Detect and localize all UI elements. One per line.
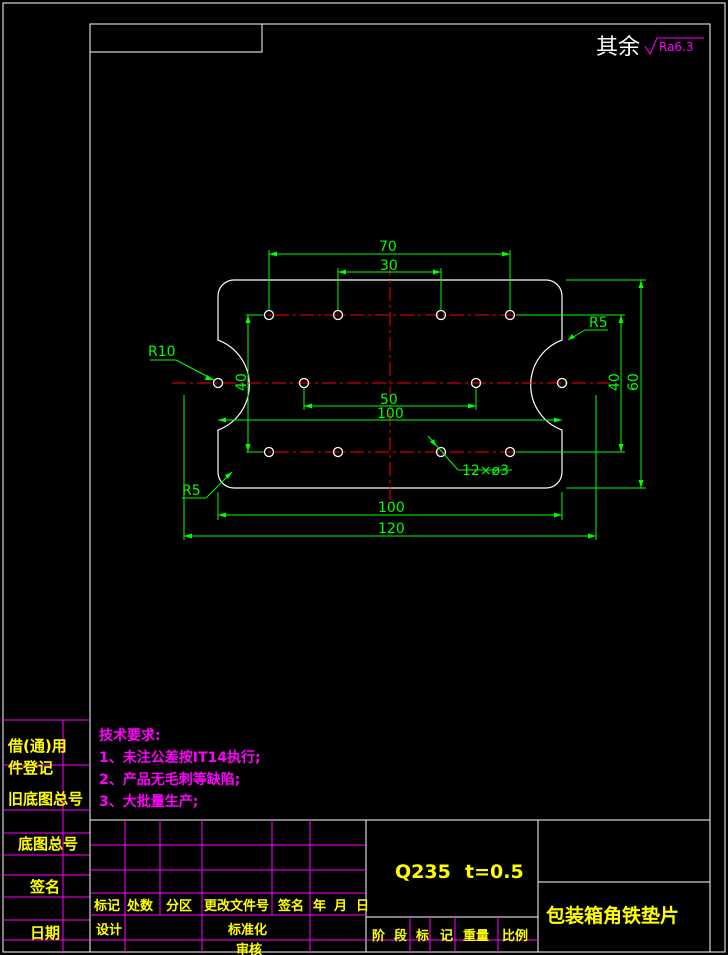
header-cell: 年: [313, 898, 326, 914]
header-cell: 处数: [126, 898, 154, 914]
side-label: 旧底图总号: [8, 790, 83, 808]
dim-label: 40: [234, 373, 250, 391]
stage-label: 记: [440, 929, 453, 944]
standardize-label: 标准化: [227, 922, 267, 938]
dim-label: 40: [607, 373, 623, 391]
weight-label: 重量: [463, 928, 489, 944]
side-labels: 借(通)用 件登记 旧底图总号 底图总号 签名 日期: [7, 737, 83, 942]
review-label: 审核: [236, 942, 262, 955]
header-cell: 分区: [166, 898, 192, 914]
header-cell: 标记: [93, 898, 120, 914]
design-label: 设计: [96, 922, 122, 938]
dim-label: 30: [380, 258, 398, 274]
part-name: 包装箱角铁垫片: [546, 904, 679, 927]
side-label: 底图总号: [18, 835, 78, 853]
header-cell: 月: [333, 899, 347, 914]
note-item: 2、产品无毛刺等缺陷;: [99, 772, 241, 788]
title-block-text: Q235 t=0.5 包装箱角铁垫片 标记 处数 分区 更改文件号 签名 年 月…: [93, 861, 679, 955]
radius-label: R5: [589, 315, 608, 331]
side-label: 签名: [29, 878, 60, 896]
stage-label: 阶: [372, 928, 386, 944]
stage-label: 段: [394, 928, 407, 944]
material-label: Q235: [395, 861, 451, 883]
note-item: 1、未注公差按IT14执行;: [99, 750, 261, 766]
radius-label: R10: [148, 344, 176, 360]
technical-requirements: 技术要求: 1、未注公差按IT14执行; 2、产品无毛刺等缺陷; 3、大批量生产…: [99, 725, 261, 813]
dimension-lines: [150, 250, 646, 540]
dimension-arrows: [184, 251, 644, 539]
note-item: 3、大批量生产;: [99, 794, 199, 810]
radius-label: R5: [182, 483, 201, 499]
dim-label: 70: [379, 239, 397, 255]
header-cell: 日: [356, 899, 369, 914]
side-label: 日期: [30, 924, 60, 942]
hole-callout: 12×ø3: [462, 463, 509, 479]
stage-label: 标: [415, 928, 429, 944]
side-label: 件登记: [8, 759, 53, 777]
roughness-note: 其余 Ra6.3: [596, 35, 704, 60]
scale-label: 比例: [502, 928, 528, 944]
notes-heading: 技术要求:: [99, 728, 161, 744]
thickness-label: t=0.5: [465, 861, 524, 883]
header-cell: 更改文件号: [204, 898, 269, 914]
dim-label: 120: [378, 521, 405, 537]
dim-label: 60: [626, 373, 642, 391]
header-cell: 签名: [277, 898, 304, 914]
dimension-labels: 70 30 50 100 100 120 40 40 60 R10 R5 R5 …: [148, 239, 642, 537]
roughness-value: Ra6.3: [659, 40, 694, 54]
side-label: 借(通)用: [7, 737, 67, 755]
dim-label: 100: [378, 500, 405, 516]
roughness-prefix: 其余: [596, 35, 640, 60]
dim-label: 100: [377, 406, 404, 422]
